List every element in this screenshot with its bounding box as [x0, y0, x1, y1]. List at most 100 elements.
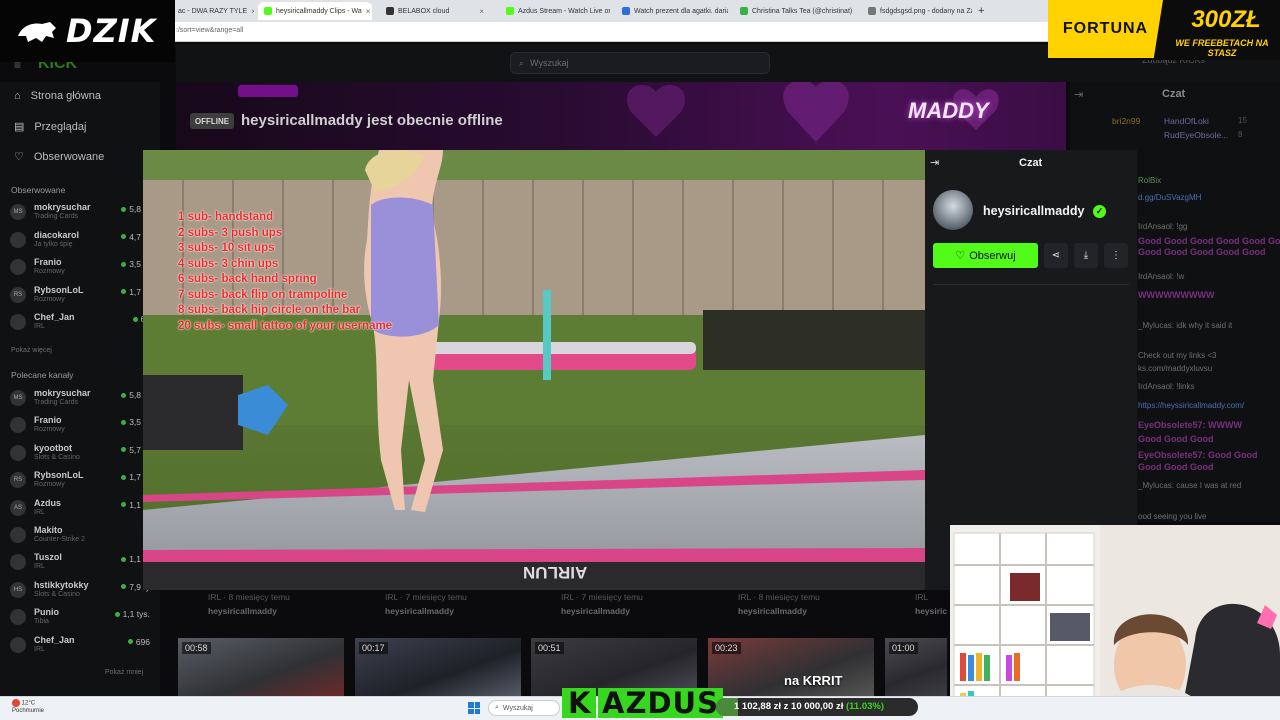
channel-item[interactable]: HS hstikkytokky Slots & Casino 7,9 ty: [10, 578, 150, 604]
channel-name: Makito: [34, 525, 63, 535]
close-icon[interactable]: ×: [251, 7, 254, 16]
clip-duration: 00:23: [712, 642, 741, 654]
viewer-count-text: 1,1 tys.: [122, 609, 150, 620]
browser-tab[interactable]: fsdgdsgsd.png - dodany na Zaj×: [862, 2, 972, 20]
gifter-name[interactable]: HandOfLoki: [1164, 116, 1209, 126]
channel-name: Tuszol: [34, 552, 62, 563]
clip-meta[interactable]: IRL · 7 miesięcy temu heysiricallmaddy: [561, 592, 643, 616]
windows-start-icon[interactable]: [468, 702, 480, 714]
collapse-chat-icon[interactable]: ⇥: [1074, 88, 1083, 101]
channel-item[interactable]: diacokarol Ja tylko śpię 4,7 ty: [10, 228, 150, 254]
clip-meta[interactable]: IRL · 8 miesięcy temu heysiricallmaddy: [208, 592, 290, 616]
tab-label: ac - DWA RAZY TYLE: [178, 7, 248, 15]
sidebar-nav-item[interactable]: ⌂ Strona główna: [14, 90, 101, 102]
channel-item[interactable]: Makito Counter-Strike 2: [10, 523, 150, 549]
sub-goal-line: 1 sub- handstand: [178, 211, 274, 223]
sub-goal-line: 2 subs- 3 push ups: [178, 226, 283, 239]
channel-item[interactable]: MS mokrysuchar Trading Cards 5,8 ty: [10, 386, 150, 412]
search-input[interactable]: ⌕ Wyszukaj: [510, 52, 770, 74]
avatar: RS: [10, 472, 26, 489]
chat-message: Good Good Good: [1138, 434, 1214, 444]
channel-name[interactable]: heysiricallmaddy: [983, 204, 1084, 218]
browser-tab[interactable]: heysiricallmaddy Clips - Wa ×: [258, 2, 372, 20]
follow-button[interactable]: ♡ Obserwuj: [933, 243, 1038, 268]
clip-meta[interactable]: IRL · 8 miesięcy temu heysiricallmaddy: [738, 592, 820, 616]
sidebar-nav-item[interactable]: ▤ Przeglądaj: [14, 120, 86, 134]
nav-label: Obserwowane: [33, 150, 105, 163]
channel-item[interactable]: Tuszol IRL 1,1 ty: [10, 550, 150, 576]
dzik-logo: DZIK: [0, 0, 175, 62]
close-icon[interactable]: ×: [366, 7, 371, 16]
channel-item[interactable]: RS RybsonLoL Rozmowy 1,7 ty: [10, 468, 150, 494]
weather-temp: 12°C: [21, 700, 36, 707]
channel-item[interactable]: kyootbot Slots & Casino 5,7 ty: [10, 441, 150, 467]
tab-label: Azdus Stream - Watch Live on: [518, 7, 610, 15]
live-dot-icon: [132, 316, 138, 322]
home-icon: ⌂: [14, 90, 21, 102]
notification-badge: [12, 699, 20, 707]
tab-label: fsdgdsgsd.png - dodany na Zaj: [880, 7, 972, 15]
show-more-link[interactable]: Pokaż więcej: [11, 347, 52, 354]
avatar: [10, 609, 26, 626]
more-options-button[interactable]: ⋮: [1104, 243, 1128, 268]
sidebar-nav-item[interactable]: ♡ Obserwowane: [14, 150, 105, 164]
goal-caption: na KRRIT: [784, 673, 843, 688]
browser-tab[interactable]: BELABOX cloud ×: [380, 2, 490, 20]
fortuna-brand: FORTUNA: [1048, 0, 1163, 58]
channel-item[interactable]: RS RybsonLoL Rozmowy 1,7 ty: [10, 283, 150, 309]
download-button[interactable]: ⤓: [1074, 243, 1098, 268]
channel-category: IRL: [34, 645, 45, 653]
clip-category-age: IRL · 8 miesięcy temu: [738, 592, 820, 602]
channel-name: kyootbot: [34, 442, 72, 453]
channel-item[interactable]: Punio Tibia 1,1 tys.: [10, 605, 150, 631]
clip-meta[interactable]: IRL · 7 miesięcy temu heysiricallmaddy: [385, 592, 467, 616]
clip-meta[interactable]: IRL heysiric: [915, 592, 947, 616]
webcam-scene: [950, 525, 1280, 720]
goal-current: 1 102,88 zł: [734, 701, 782, 712]
clip-thumbnail[interactable]: 00:17: [355, 638, 521, 696]
chat-message: IrdAnsaol: !w: [1138, 272, 1185, 281]
new-tab-button[interactable]: +: [972, 2, 990, 20]
browser-tab[interactable]: Azdus Stream - Watch Live on×: [500, 2, 610, 20]
browser-tab[interactable]: Watch prezent dla agatki. daria×: [616, 2, 728, 20]
download-icon: ⤓: [1083, 250, 1089, 261]
channel-category: Rozmowy: [34, 295, 65, 303]
clip-category-age: IRL · 8 miesięcy temu: [208, 592, 290, 602]
avatar: [10, 636, 26, 653]
channel-name: Franio: [34, 415, 62, 426]
chat-message: _Mylucas: idk why it said it: [1138, 321, 1233, 330]
close-icon[interactable]: ×: [479, 7, 484, 16]
channel-avatar[interactable]: [933, 190, 973, 230]
channel-name: diacokarol: [34, 229, 80, 240]
channel-item[interactable]: MS mokrysuchar Trading Cards 5,8 ty: [10, 200, 150, 226]
channel-item[interactable]: AS Azdus IRL 1,1 ty: [10, 496, 150, 522]
gifter-name[interactable]: RudEyeObsole...: [1164, 130, 1228, 140]
goal-streamer-name: AZDUS: [598, 688, 723, 718]
clip-channel: heysiric: [915, 606, 948, 616]
weather-widget[interactable]: 12°C Pochmurnie: [12, 699, 44, 715]
url-text[interactable]: :/sort=view&range=all: [176, 27, 243, 34]
clip-thumbnail[interactable]: 01:00: [885, 638, 947, 696]
gifter-user[interactable]: bri2n99: [1112, 116, 1140, 126]
browser-tab[interactable]: Christina Talks Tea (@christinat)×: [734, 2, 856, 20]
taskbar-search[interactable]: ⌕ Wyszukaj: [488, 700, 560, 716]
show-less-link[interactable]: Pokaż mniej: [105, 669, 143, 676]
clip-thumbnail[interactable]: 00:58: [178, 638, 344, 696]
collapse-icon[interactable]: ⇥: [930, 156, 939, 169]
chat-message: IrdAnsaol: !gg: [1138, 222, 1188, 231]
channel-category: Tibia: [34, 618, 49, 626]
tab-favicon-icon: [386, 7, 394, 15]
tab-favicon-icon: [740, 7, 748, 15]
channel-name: RybsonLoL: [34, 470, 84, 481]
avatar: [10, 444, 26, 461]
sub-goal-line: 6 subs- back hand spring: [178, 273, 317, 285]
channel-item[interactable]: Franio Rozmowy 3,5 ty: [10, 255, 150, 281]
clip-category-age: IRL · 7 miesięcy temu: [561, 592, 643, 602]
channel-item[interactable]: Chef_JanIRL69: [10, 310, 150, 336]
channel-category: IRL: [34, 508, 45, 516]
channel-item[interactable]: Franio Rozmowy 3,5 ty: [10, 413, 150, 439]
channel-item[interactable]: Chef_Jan IRL 696: [10, 633, 150, 659]
clip-channel: heysiricallmaddy: [561, 606, 630, 616]
avatar: [10, 314, 26, 330]
share-button[interactable]: ⋖: [1044, 243, 1068, 268]
